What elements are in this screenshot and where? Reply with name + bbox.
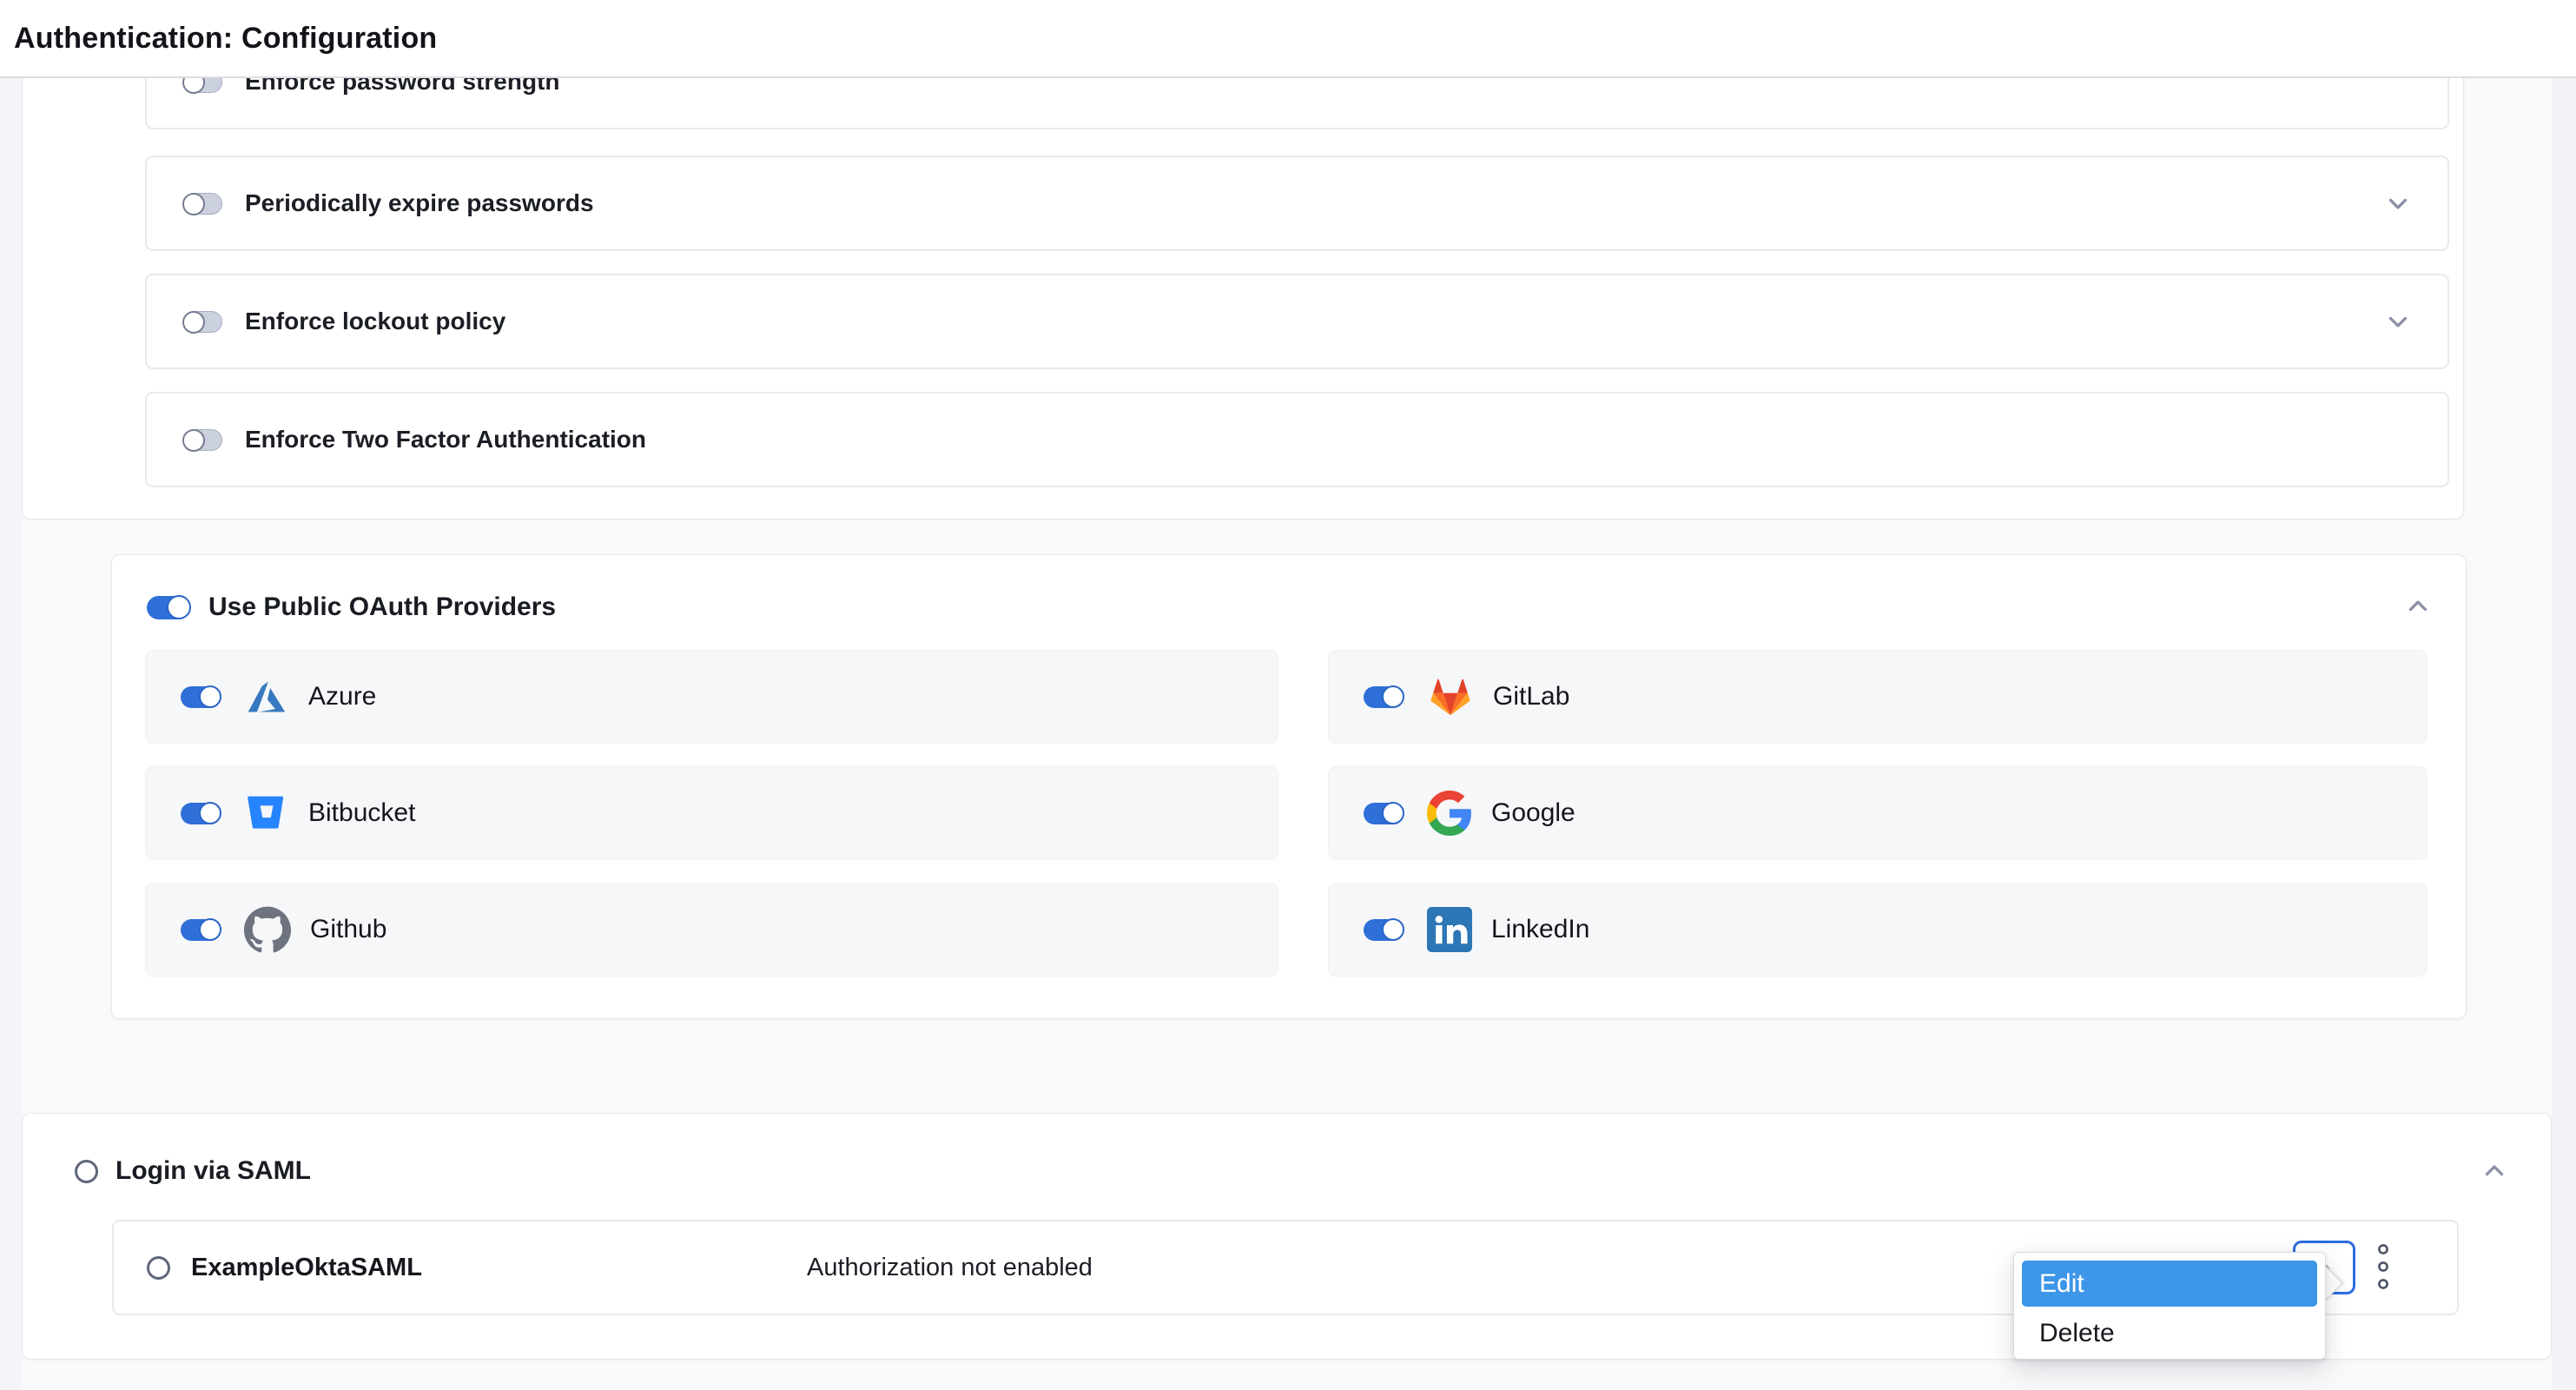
provider-name: Azure bbox=[308, 682, 376, 712]
toggle-knob bbox=[1382, 918, 1404, 941]
setting-label: Periodically expire passwords bbox=[245, 189, 594, 217]
kebab-menu-icon[interactable] bbox=[2376, 1242, 2390, 1294]
menu-item-delete[interactable]: Delete bbox=[2022, 1314, 2317, 1353]
scrollbar-gutter[interactable] bbox=[2552, 78, 2576, 1390]
toggle-knob bbox=[199, 685, 221, 708]
github-icon bbox=[244, 906, 291, 953]
provider-tile-google: Google bbox=[1328, 766, 2427, 860]
chevron-down-icon[interactable] bbox=[2383, 307, 2413, 336]
authentication-configuration-page: Enforce password strength Periodically e… bbox=[0, 0, 2576, 1390]
setting-row-two-factor: Enforce Two Factor Authentication bbox=[145, 392, 2449, 487]
azure-icon bbox=[244, 674, 289, 719]
saml-section-title: Login via SAML bbox=[116, 1156, 311, 1186]
azure-toggle[interactable] bbox=[181, 686, 220, 708]
linkedin-toggle[interactable] bbox=[1364, 919, 1403, 941]
github-toggle[interactable] bbox=[181, 919, 220, 941]
connection-radio[interactable] bbox=[147, 1256, 170, 1280]
toggle-knob bbox=[182, 429, 205, 452]
menu-item-edit[interactable]: Edit bbox=[2022, 1261, 2317, 1307]
oauth-section-header: Use Public OAuth Providers bbox=[147, 592, 556, 622]
provider-tile-bitbucket: Bitbucket bbox=[145, 766, 1278, 860]
toggle-knob bbox=[199, 918, 221, 941]
setting-row-expire-passwords: Periodically expire passwords bbox=[145, 156, 2449, 251]
oauth-providers-card: Use Public OAuth Providers Azure bbox=[111, 554, 2467, 1019]
password-settings-card: Enforce password strength Periodically e… bbox=[22, 17, 2464, 520]
provider-name: Bitbucket bbox=[308, 798, 415, 828]
provider-tile-linkedin: LinkedIn bbox=[1328, 883, 2427, 976]
google-icon bbox=[1427, 791, 1472, 836]
toggle-knob bbox=[1382, 685, 1404, 708]
provider-name: GitLab bbox=[1493, 682, 1569, 712]
chevron-up-icon[interactable] bbox=[2480, 1156, 2509, 1186]
page-header: Authentication: Configuration bbox=[0, 0, 2576, 78]
saml-radio[interactable] bbox=[75, 1160, 98, 1183]
chevron-down-icon[interactable] bbox=[2383, 189, 2413, 218]
setting-row-lockout-policy: Enforce lockout policy bbox=[145, 274, 2449, 369]
oauth-section-title: Use Public OAuth Providers bbox=[208, 592, 556, 622]
context-menu: Edit Delete bbox=[2013, 1252, 2326, 1360]
provider-tile-gitlab: GitLab bbox=[1328, 650, 2427, 744]
use-oauth-toggle[interactable] bbox=[147, 596, 189, 619]
gitlab-toggle[interactable] bbox=[1364, 686, 1403, 708]
left-gutter bbox=[0, 78, 22, 1390]
provider-name: Github bbox=[310, 915, 386, 944]
toggle-knob bbox=[1382, 802, 1404, 824]
gitlab-icon bbox=[1427, 673, 1474, 720]
bitbucket-toggle[interactable] bbox=[181, 803, 220, 824]
connection-name: ExampleOktaSAML bbox=[191, 1254, 422, 1282]
toggle-knob bbox=[199, 802, 221, 824]
google-toggle[interactable] bbox=[1364, 803, 1403, 824]
toggle-knob bbox=[182, 193, 205, 215]
provider-tile-github: Github bbox=[145, 883, 1278, 976]
setting-label: Enforce lockout policy bbox=[245, 308, 505, 335]
provider-name: Google bbox=[1491, 798, 1575, 828]
chevron-up-icon[interactable] bbox=[2403, 592, 2433, 621]
provider-name: LinkedIn bbox=[1491, 915, 1589, 944]
expire-passwords-toggle[interactable] bbox=[183, 193, 222, 215]
toggle-knob bbox=[167, 595, 191, 619]
toggle-knob bbox=[182, 311, 205, 334]
page-title: Authentication: Configuration bbox=[14, 22, 437, 56]
lockout-policy-toggle[interactable] bbox=[183, 311, 222, 333]
setting-label: Enforce Two Factor Authentication bbox=[245, 426, 646, 453]
bitbucket-icon bbox=[244, 791, 289, 836]
linkedin-icon bbox=[1427, 907, 1472, 952]
connection-status: Authorization not enabled bbox=[807, 1254, 1093, 1282]
two-factor-toggle[interactable] bbox=[183, 429, 222, 451]
saml-section-header: Login via SAML bbox=[75, 1156, 311, 1186]
provider-tile-azure: Azure bbox=[145, 650, 1278, 744]
